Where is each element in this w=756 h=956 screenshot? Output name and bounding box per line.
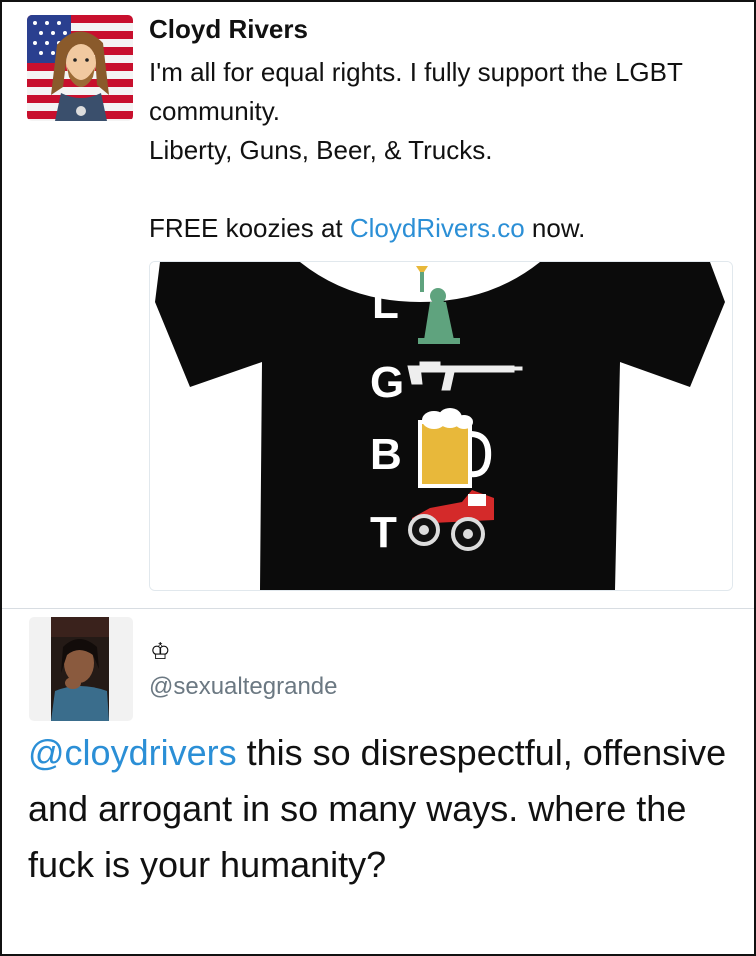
shirt-letter-b: B bbox=[370, 430, 402, 479]
shirt-letter-l: L bbox=[372, 279, 399, 328]
mention-link[interactable]: @cloydrivers bbox=[28, 732, 237, 773]
tweet-text: I'm all for equal rights. I fully suppor… bbox=[149, 53, 739, 248]
promo-suffix: now. bbox=[524, 213, 586, 243]
cartoon-portrait-flag-avatar bbox=[27, 15, 133, 121]
promo-link[interactable]: CloydRivers.co bbox=[350, 213, 525, 243]
sexualtegrande-avatar[interactable] bbox=[29, 617, 133, 721]
tweet-line-1: I'm all for equal rights. I fully suppor… bbox=[149, 57, 683, 126]
tweet-image[interactable]: L G B T bbox=[149, 261, 733, 591]
tweet-promo-line: FREE koozies at CloydRivers.co now. bbox=[149, 209, 739, 248]
screenshot-frame: Cloyd Rivers I'm all for equal rights. I… bbox=[0, 0, 756, 956]
crown-icon: ♔ bbox=[150, 638, 171, 664]
author-name[interactable]: Cloyd Rivers bbox=[149, 14, 308, 45]
user-handle[interactable]: @sexualtegrande bbox=[149, 673, 337, 701]
reply-tweet-text: @cloydrivers this so disrespectful, offe… bbox=[28, 725, 728, 893]
lgbt-tshirt-image: L G B T bbox=[150, 262, 732, 590]
tweet-divider bbox=[2, 608, 754, 609]
user-photo-avatar bbox=[29, 617, 133, 721]
tweet-line-2: Liberty, Guns, Beer, & Trucks. bbox=[149, 135, 493, 165]
promo-prefix: FREE koozies at bbox=[149, 213, 350, 243]
shirt-letter-g: G bbox=[370, 358, 404, 407]
shirt-letter-t: T bbox=[370, 508, 397, 557]
cloyd-rivers-avatar[interactable] bbox=[27, 15, 133, 121]
